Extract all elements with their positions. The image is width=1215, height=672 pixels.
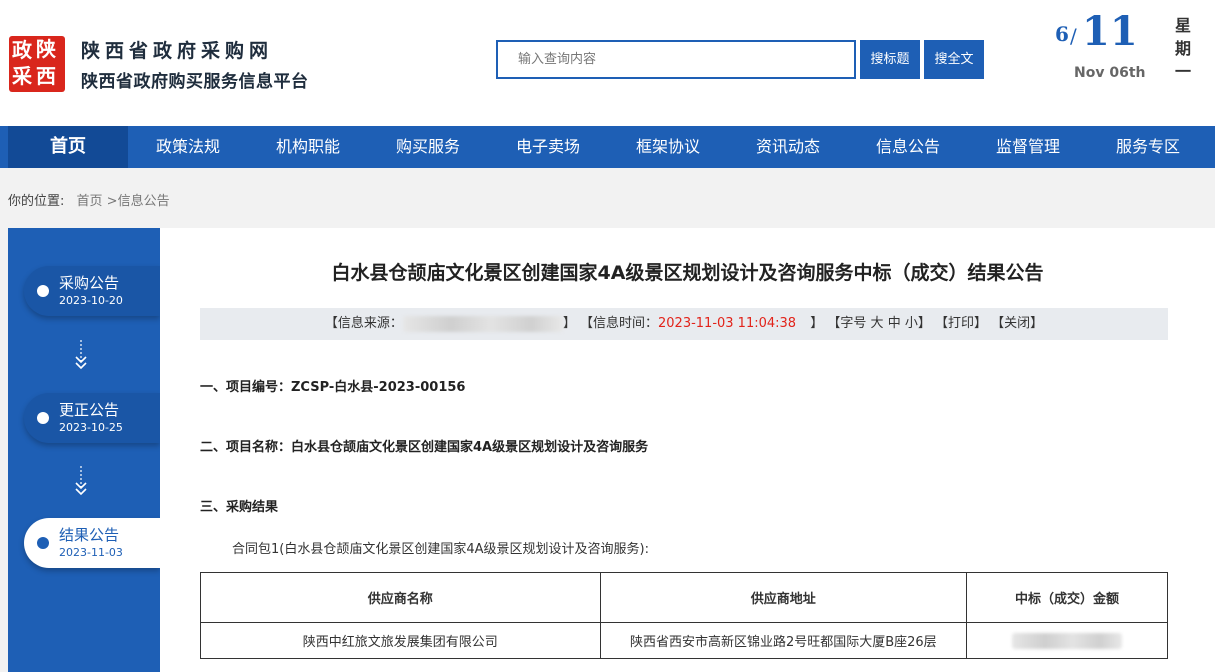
award-amount [966,622,1168,659]
timeline-stage-result[interactable]: 结果公告 2023-11-03 [24,518,160,568]
redacted-source [402,315,563,332]
weekday-char: 期 [1174,39,1191,58]
source-close: 】 [562,316,576,331]
contract-package: 合同包1(白水县仓颉庙文化景区创建国家4A级景区规划设计及咨询服务): [232,542,649,557]
table-header-cell: 供应商地址 [599,572,968,623]
table-header-cell: 供应商名称 [200,572,601,623]
weekday-char: 星 [1174,16,1191,35]
supplier-address: 陕西省西安市高新区锦业路2号旺都国际大厦B座26层 [599,622,968,659]
publish-time: 2023-11-03 11:04:38 [658,316,797,331]
logo-char: 采 [12,64,32,88]
nav-item-institutions[interactable]: 机构职能 [248,126,368,168]
timeline-stage-procurement[interactable]: 采购公告 2023-10-20 [24,266,160,316]
font-size-large[interactable]: 大 [871,316,884,331]
nav-item-news[interactable]: 资讯动态 [728,126,848,168]
table-header-row: 供应商名称 供应商地址 中标（成交）金额 [200,572,1168,623]
stage-label: 采购公告 [59,274,120,292]
font-size-label: 【字号 [827,316,867,331]
breadcrumb-prefix: 你的位置: [8,194,65,209]
timeline-dot [37,412,49,424]
nav-item-announcements[interactable]: 信息公告 [848,126,968,168]
search-box [496,40,856,79]
stage-date: 2023-10-20 [59,294,123,307]
nav-item-service-zone[interactable]: 服务专区 [1088,126,1208,168]
stage-date: 2023-11-03 [59,546,123,559]
time-close: 】 [810,316,824,331]
down-arrow-icon [75,340,87,370]
nav-item-policy[interactable]: 政策法规 [128,126,248,168]
section-project-number: 一、项目编号：ZCSP-白水县-2023-00156 [200,380,466,395]
logo-char: 陕 [36,37,56,61]
logo-char: 西 [36,64,56,88]
font-size-close: 】 [917,316,931,331]
logo-char: 政 [12,38,32,62]
weekday-char: 一 [1174,62,1191,81]
date-month: 6 [1055,22,1069,46]
nav-item-e-mall[interactable]: 电子卖场 [488,126,608,168]
table-row: 陕西中红旅文旅发展集团有限公司 陕西省西安市高新区锦业路2号旺都国际大厦B座26… [200,622,1168,659]
timeline-stage-correction[interactable]: 更正公告 2023-10-25 [24,393,160,443]
breadcrumb-home-link[interactable]: 首页 [77,194,103,209]
supplier-name: 陕西中红旅文旅发展集团有限公司 [200,622,601,659]
breadcrumb-current-link[interactable]: 信息公告 [118,194,170,209]
breadcrumb: 你的位置: 首页 >信息公告 [8,190,170,209]
stage-date: 2023-10-25 [59,421,123,434]
down-arrow-icon [75,466,87,496]
print-link[interactable]: 【打印】 [935,316,987,331]
search-input[interactable] [498,42,854,77]
search-fulltext-button[interactable]: 搜全文 [924,40,984,79]
time-label: 【信息时间： [579,316,658,331]
font-size-small[interactable]: 小 [905,316,918,331]
nav-item-framework[interactable]: 框架协议 [608,126,728,168]
stage-label: 更正公告 [59,401,120,419]
site-title: 陕西省政府采购网 [81,40,274,62]
stage-label: 结果公告 [59,526,120,544]
nav-item-home[interactable]: 首页 [8,126,128,168]
font-size-medium[interactable]: 中 [888,316,901,331]
section-procurement-result: 三、采购结果 [200,500,279,515]
article-content: 白水县仓颉庙文化景区创建国家4A级景区规划设计及咨询服务中标（成交）结果公告 【… [160,228,1215,672]
date-english: Nov 06th [1074,65,1146,81]
article-title: 白水县仓颉庙文化景区创建国家4A级景区规划设计及咨询服务中标（成交）结果公告 [331,262,1044,284]
breadcrumb-separator: > [102,194,118,209]
timeline-dot [37,285,49,297]
site-subtitle: 陕西省政府购买服务信息平台 [81,72,309,92]
nav-item-purchase-services[interactable]: 购买服务 [368,126,488,168]
site-logo[interactable]: 政 陕 采 西 [9,36,65,92]
result-table: 供应商名称 供应商地址 中标（成交）金额 陕西中红旅文旅发展集团有限公司 陕西省… [200,572,1168,659]
weekday: 星 期 一 [1174,14,1192,83]
search-title-button[interactable]: 搜标题 [860,40,920,79]
site-header: 政 陕 采 西 陕西省政府采购网 陕西省政府购买服务信息平台 搜标题 搜全文 6… [0,0,1215,126]
main-nav: 首页 政策法规 机构职能 购买服务 电子卖场 框架协议 资讯动态 信息公告 监督… [0,126,1215,168]
nav-item-supervision[interactable]: 监督管理 [968,126,1088,168]
timeline-dot [37,537,49,549]
source-label: 【信息来源： [324,316,403,331]
close-link[interactable]: 【关闭】 [991,316,1043,331]
redacted-amount [1012,632,1123,649]
article-meta-bar: 【信息来源：】 【信息时间：2023-11-03 11:04:38 】 【字号 … [200,308,1168,340]
announcement-timeline: 采购公告 2023-10-20 更正公告 2023-10-25 结果公告 202… [8,228,160,672]
section-project-name: 二、项目名称：白水县仓颉庙文化景区创建国家4A级景区规划设计及咨询服务 [200,440,649,455]
date-day: 11 [1082,8,1138,55]
date-slash: / [1070,24,1077,48]
table-header-cell: 中标（成交）金额 [966,572,1168,623]
